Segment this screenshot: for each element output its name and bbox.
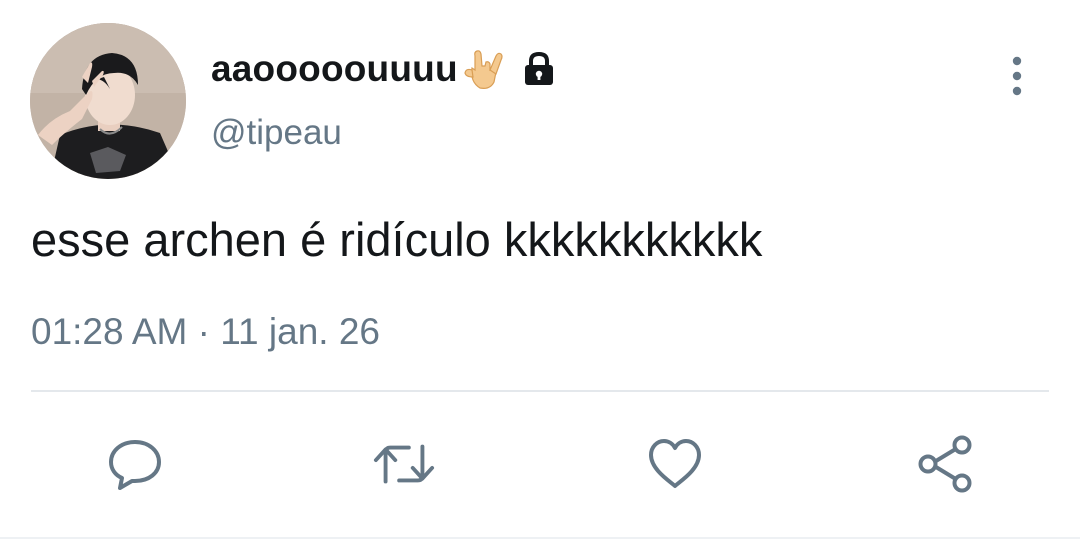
display-name[interactable]: aaooooouuuu (211, 48, 458, 90)
share-nodes-icon (918, 435, 972, 493)
share-button[interactable] (913, 432, 977, 496)
retweet-button[interactable] (372, 432, 436, 496)
user-handle[interactable]: @tipeau (211, 113, 342, 153)
avatar[interactable] (30, 23, 186, 179)
retweet-arrows-icon (373, 444, 435, 484)
tweet-timestamp[interactable]: 01:28 AM · 11 jan. 26 (31, 311, 380, 353)
lock-icon (520, 50, 558, 88)
avatar-photo (30, 23, 186, 179)
reply-button[interactable] (103, 432, 167, 496)
sign-of-the-horns-emoji (460, 46, 506, 92)
display-name-row: aaooooouuuu (211, 40, 558, 98)
divider (31, 390, 1049, 392)
like-button[interactable] (643, 432, 707, 496)
bottom-divider (0, 537, 1080, 539)
tweet-text: esse archen é ridículo kkkkkkkkkkk (31, 213, 763, 266)
speech-bubble-icon (109, 440, 161, 490)
more-options-icon[interactable] (1001, 55, 1033, 97)
heart-icon (649, 439, 701, 488)
